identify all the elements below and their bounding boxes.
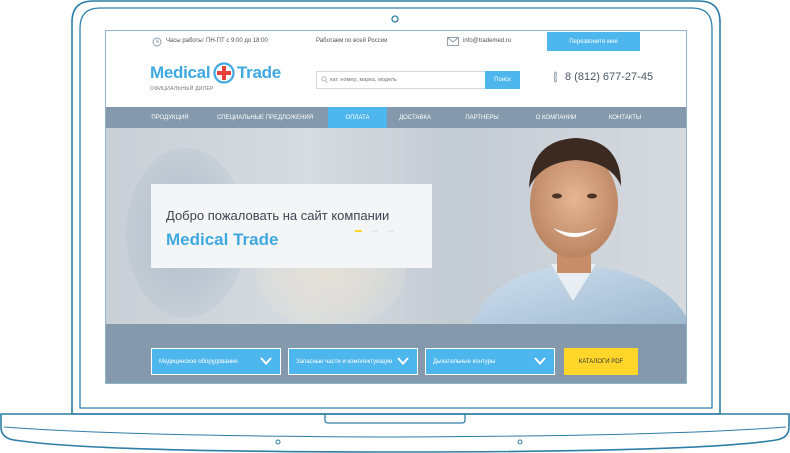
header: Medical Trade ОФИЦИАЛЬНЫЙ ДИЛЕР Поиск 8 …	[106, 53, 686, 105]
search-button[interactable]: Поиск	[485, 71, 520, 89]
region-text: Работаем по всей России	[316, 38, 388, 44]
clock-icon	[152, 37, 162, 47]
nav-item-special-offers[interactable]: СПЕЦИАЛЬНЫЕ ПРЕДЛОЖЕНИЯ	[212, 107, 318, 128]
logo-word-trade: Trade	[237, 63, 281, 82]
logo-subtitle: ОФИЦИАЛЬНЫЙ ДИЛЕР	[150, 86, 214, 92]
welcome-title: Добро пожаловать на сайт компании	[166, 208, 390, 223]
chevron-down-icon	[534, 357, 546, 365]
nav-item-partners[interactable]: ПАРТНЕРЫ	[454, 107, 510, 128]
nav-item-about[interactable]: О КОМПАНИИ	[524, 107, 588, 128]
filter-breathing-circuits[interactable]: Дыхательные контуры	[425, 348, 555, 375]
nav-item-payment[interactable]: ОПЛАТА	[328, 107, 387, 128]
phone-icon	[553, 71, 558, 83]
pdf-catalogs-button[interactable]: КАТАЛОГИ PDF	[564, 348, 638, 375]
filter-spare-parts[interactable]: Запасные части и комплектующие	[288, 348, 418, 375]
slider-dots	[355, 230, 399, 234]
working-hours: Часы работы: ПН-ПТ с 9:00 до 18:00	[166, 38, 268, 44]
topbar: Часы работы: ПН-ПТ с 9:00 до 18:00 Работ…	[106, 31, 686, 54]
hero-person-image	[471, 138, 686, 324]
slider-dot[interactable]	[371, 230, 378, 232]
filter-label: Медицинское оборудование	[159, 358, 238, 365]
phone-number-text: 8 (812) 677-27-45	[565, 71, 654, 83]
filter-panel: Медицинское оборудование Запасные части …	[106, 324, 686, 383]
callback-button[interactable]: Перезвоните мне	[547, 32, 640, 51]
browser-screen: Часы работы: ПН-ПТ с 9:00 до 18:00 Работ…	[106, 31, 686, 383]
main-nav: ПРОДУКЦИЯ СПЕЦИАЛЬНЫЕ ПРЕДЛОЖЕНИЯ ОПЛАТА…	[106, 107, 686, 128]
nav-item-delivery[interactable]: ДОСТАВКА	[387, 107, 443, 128]
mail-icon	[447, 37, 459, 46]
chevron-down-icon	[397, 357, 409, 365]
slider-dot[interactable]	[387, 230, 394, 232]
slider-dot[interactable]	[355, 230, 362, 232]
filter-label: Запасные части и комплектующие	[296, 358, 393, 365]
email-link[interactable]: info@trademed.ru	[463, 38, 511, 44]
nav-item-products[interactable]: ПРОДУКЦИЯ	[142, 107, 198, 128]
welcome-card: Добро пожаловать на сайт компании Medica…	[151, 184, 432, 268]
logo-word-medical: Medical	[150, 63, 211, 82]
search-box	[316, 71, 490, 89]
search-input[interactable]	[317, 72, 490, 88]
phone-number[interactable]: 8 (812) 677-27-45	[553, 71, 653, 83]
hero-banner: Добро пожаловать на сайт компании Medica…	[106, 128, 686, 324]
nav-item-contacts[interactable]: КОНТАКТЫ	[600, 107, 650, 128]
logo[interactable]: Medical Trade ОФИЦИАЛЬНЫЙ ДИЛЕР	[150, 62, 290, 97]
filter-medical-equipment[interactable]: Медицинское оборудование	[151, 348, 281, 375]
welcome-company-name: Medical Trade	[166, 230, 279, 249]
filter-label: Дыхательные контуры	[433, 358, 496, 365]
chevron-down-icon	[260, 357, 272, 365]
medical-cross-icon	[213, 62, 235, 84]
